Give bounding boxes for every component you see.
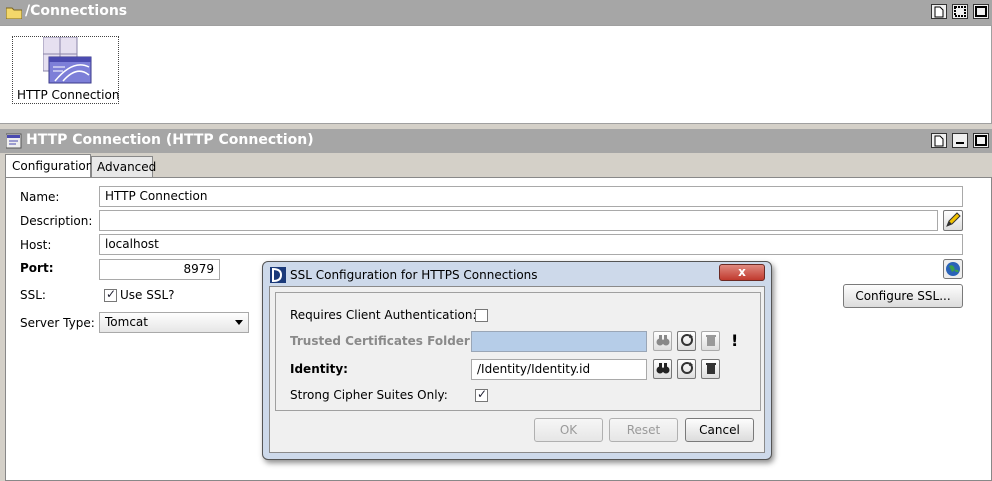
globe-icon[interactable] xyxy=(943,259,963,279)
connections-title: /Connections xyxy=(25,3,128,19)
server-type-select[interactable]: Tomcat xyxy=(99,312,249,333)
use-ssl-label: Use SSL? xyxy=(120,288,175,302)
trusted-certs-field[interactable] xyxy=(471,331,647,352)
http-connection-icon xyxy=(42,36,93,85)
name-field[interactable]: HTTP Connection xyxy=(99,186,963,207)
app-logo-icon xyxy=(270,267,286,283)
strong-cipher-label: Strong Cipher Suites Only: xyxy=(290,388,448,402)
close-button[interactable]: x xyxy=(719,264,765,281)
identity-field[interactable]: /Identity/Identity.id xyxy=(471,359,647,380)
minimize-icon[interactable] xyxy=(952,133,968,148)
browse-binoculars-icon[interactable] xyxy=(653,331,672,351)
tab-advanced-label: Advanced xyxy=(97,160,157,174)
connections-content: HTTP Connection xyxy=(0,25,992,124)
http-connection-item[interactable]: HTTP Connection xyxy=(12,36,119,104)
close-icon: x xyxy=(738,265,746,279)
tab-configuration-label: Configuration xyxy=(12,159,94,173)
tab-configuration[interactable]: Configuration xyxy=(5,154,94,178)
new-document-icon[interactable] xyxy=(931,4,947,19)
description-label: Description: xyxy=(20,214,93,228)
identity-label: Identity: xyxy=(290,362,348,376)
folder-icon xyxy=(5,5,23,20)
connection-window-icon xyxy=(5,133,22,149)
trash-icon[interactable] xyxy=(701,331,720,351)
http-connection-item-label: HTTP Connection xyxy=(17,88,120,102)
editor-title-bar: HTTP Connection (HTTP Connection) xyxy=(0,129,992,153)
refresh-icon[interactable] xyxy=(677,331,696,351)
refresh-icon[interactable] xyxy=(677,359,696,379)
host-label: Host: xyxy=(20,238,52,252)
trash-icon[interactable] xyxy=(701,359,720,379)
port-label: Port: xyxy=(20,261,54,275)
chevron-down-icon xyxy=(235,320,243,325)
port-field[interactable]: 8979 xyxy=(99,259,220,280)
ssl-dialog-body: Requires Client Authentication: Trusted … xyxy=(269,286,765,453)
server-type-value: Tomcat xyxy=(105,315,148,329)
restore-icon[interactable] xyxy=(952,4,968,19)
name-label: Name: xyxy=(20,190,60,204)
editor-title: HTTP Connection (HTTP Connection) xyxy=(26,132,314,148)
warning-icon: ! xyxy=(731,331,739,350)
ok-button[interactable]: OK xyxy=(534,418,603,442)
edit-pencil-icon[interactable] xyxy=(943,210,963,231)
new-document-icon[interactable] xyxy=(931,133,947,148)
use-ssl-checkbox[interactable] xyxy=(104,287,117,302)
host-field[interactable]: localhost xyxy=(99,234,963,255)
reset-button[interactable]: Reset xyxy=(609,418,678,442)
configure-ssl-button[interactable]: Configure SSL... xyxy=(843,284,963,308)
server-type-label: Server Type: xyxy=(20,316,95,330)
requires-client-auth-checkbox[interactable] xyxy=(475,309,488,322)
tab-advanced[interactable]: Advanced xyxy=(91,156,157,177)
strong-cipher-checkbox[interactable] xyxy=(475,387,488,402)
browse-binoculars-icon[interactable] xyxy=(653,359,672,379)
ssl-dialog: SSL Configuration for HTTPS Connections … xyxy=(262,261,772,460)
requires-client-auth-label: Requires Client Authentication: xyxy=(290,308,477,322)
ssl-dialog-title: SSL Configuration for HTTPS Connections xyxy=(290,268,538,282)
description-field[interactable] xyxy=(99,210,938,231)
trusted-certs-label: Trusted Certificates Folder: xyxy=(290,334,475,348)
maximize-icon[interactable] xyxy=(973,4,989,19)
connections-title-bar: /Connections xyxy=(0,0,992,25)
cancel-button[interactable]: Cancel xyxy=(685,418,754,442)
ssl-label: SSL: xyxy=(20,288,46,302)
maximize-icon[interactable] xyxy=(973,133,989,148)
